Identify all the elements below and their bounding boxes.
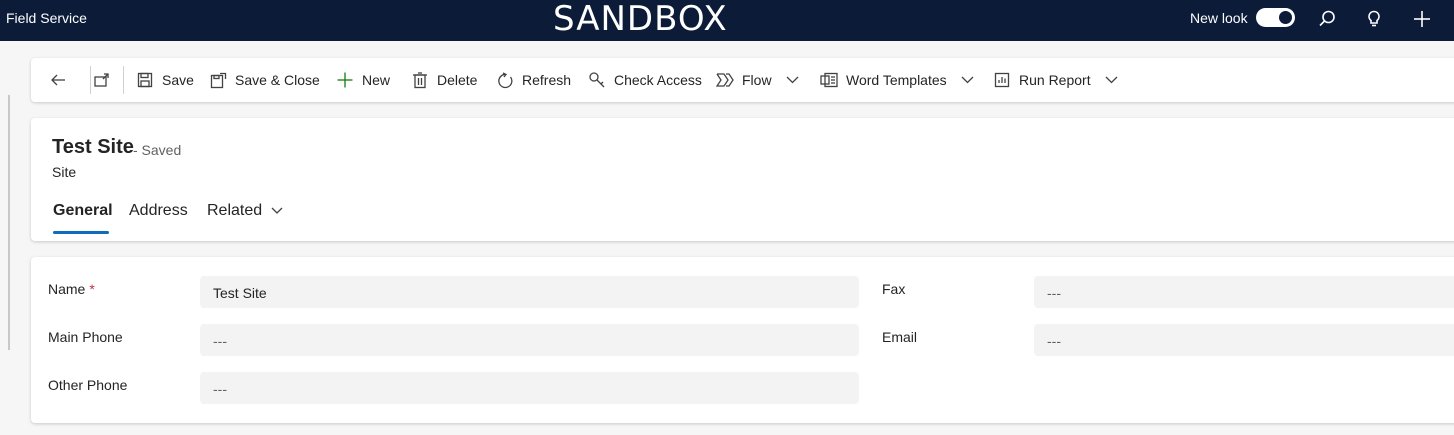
app-title[interactable]: Field Service xyxy=(6,10,87,26)
save-close-label: Save & Close xyxy=(235,72,320,88)
trash-icon xyxy=(411,71,429,89)
required-indicator: * xyxy=(89,281,95,297)
tab-related[interactable]: Related xyxy=(207,202,283,220)
save-label: Save xyxy=(162,72,194,88)
key-icon xyxy=(588,71,606,89)
active-tab-indicator xyxy=(53,231,109,234)
add-icon xyxy=(336,71,354,89)
tab-related-label: Related xyxy=(207,202,263,219)
lightbulb-icon[interactable] xyxy=(1363,8,1385,30)
back-button[interactable] xyxy=(49,58,75,102)
new-look-toggle[interactable] xyxy=(1256,8,1295,27)
check-access-label: Check Access xyxy=(614,72,702,88)
save-and-close-button[interactable]: Save & Close xyxy=(209,58,320,102)
new-button[interactable]: New xyxy=(336,58,390,102)
main-phone-label: Main Phone xyxy=(48,329,123,345)
new-label: New xyxy=(362,72,391,88)
record-title: Test Site xyxy=(52,136,134,158)
entity-name: Site xyxy=(52,164,77,180)
word-document-icon xyxy=(820,71,838,89)
fax-label: Fax xyxy=(882,281,906,297)
tab-general[interactable]: General xyxy=(53,202,113,220)
word-templates-button[interactable]: Word Templates xyxy=(820,58,974,102)
refresh-button[interactable]: Refresh xyxy=(496,58,571,102)
other-phone-label: Other Phone xyxy=(48,377,128,393)
pop-out-icon xyxy=(93,71,111,89)
open-in-new-window-button[interactable] xyxy=(93,58,119,102)
save-icon xyxy=(136,71,154,89)
command-separator xyxy=(123,66,124,94)
flow-label: Flow xyxy=(742,72,772,88)
save-button[interactable]: Save xyxy=(136,58,194,102)
command-separator xyxy=(90,66,91,94)
main-phone-field[interactable]: --- xyxy=(200,324,859,356)
delete-label: Delete xyxy=(437,72,478,88)
top-navigation-bar: Field Service SANDBOX New look xyxy=(0,0,1454,41)
record-header: Test Site - Saved Site General Address R… xyxy=(31,118,1454,241)
chevron-down-icon xyxy=(1105,76,1118,84)
flow-button[interactable]: Flow xyxy=(716,58,799,102)
new-look-label: New look xyxy=(1190,10,1248,26)
tab-address[interactable]: Address xyxy=(129,202,188,220)
chevron-down-icon xyxy=(786,76,799,84)
name-label-text: Name xyxy=(48,281,86,297)
plus-icon[interactable] xyxy=(1411,8,1433,30)
name-label: Name * xyxy=(48,281,95,297)
toggle-knob xyxy=(1279,11,1292,24)
back-arrow-icon xyxy=(49,71,67,89)
flow-icon xyxy=(716,71,734,89)
chevron-down-icon xyxy=(961,76,974,84)
other-phone-field[interactable]: --- xyxy=(200,372,859,404)
save-close-icon xyxy=(209,71,227,89)
run-report-label: Run Report xyxy=(1019,72,1091,88)
chevron-down-icon xyxy=(271,207,283,215)
check-access-button[interactable]: Check Access xyxy=(588,58,702,102)
left-rail-divider xyxy=(8,95,10,350)
report-icon xyxy=(993,71,1011,89)
environment-banner: SANDBOX xyxy=(553,0,728,39)
command-bar: Save Save & Close New Delete Refresh Che… xyxy=(31,58,1454,102)
run-report-button[interactable]: Run Report xyxy=(993,58,1118,102)
search-icon[interactable] xyxy=(1316,8,1338,30)
fax-field[interactable]: --- xyxy=(1034,276,1454,308)
save-status: - Saved xyxy=(133,142,182,158)
word-templates-label: Word Templates xyxy=(846,72,947,88)
refresh-label: Refresh xyxy=(522,72,572,88)
refresh-icon xyxy=(496,71,514,89)
general-section: Name * Test Site Main Phone --- Other Pho… xyxy=(31,257,1454,423)
email-field[interactable]: --- xyxy=(1034,324,1454,356)
delete-button[interactable]: Delete xyxy=(411,58,477,102)
email-label: Email xyxy=(882,329,918,345)
name-field[interactable]: Test Site xyxy=(200,276,859,308)
